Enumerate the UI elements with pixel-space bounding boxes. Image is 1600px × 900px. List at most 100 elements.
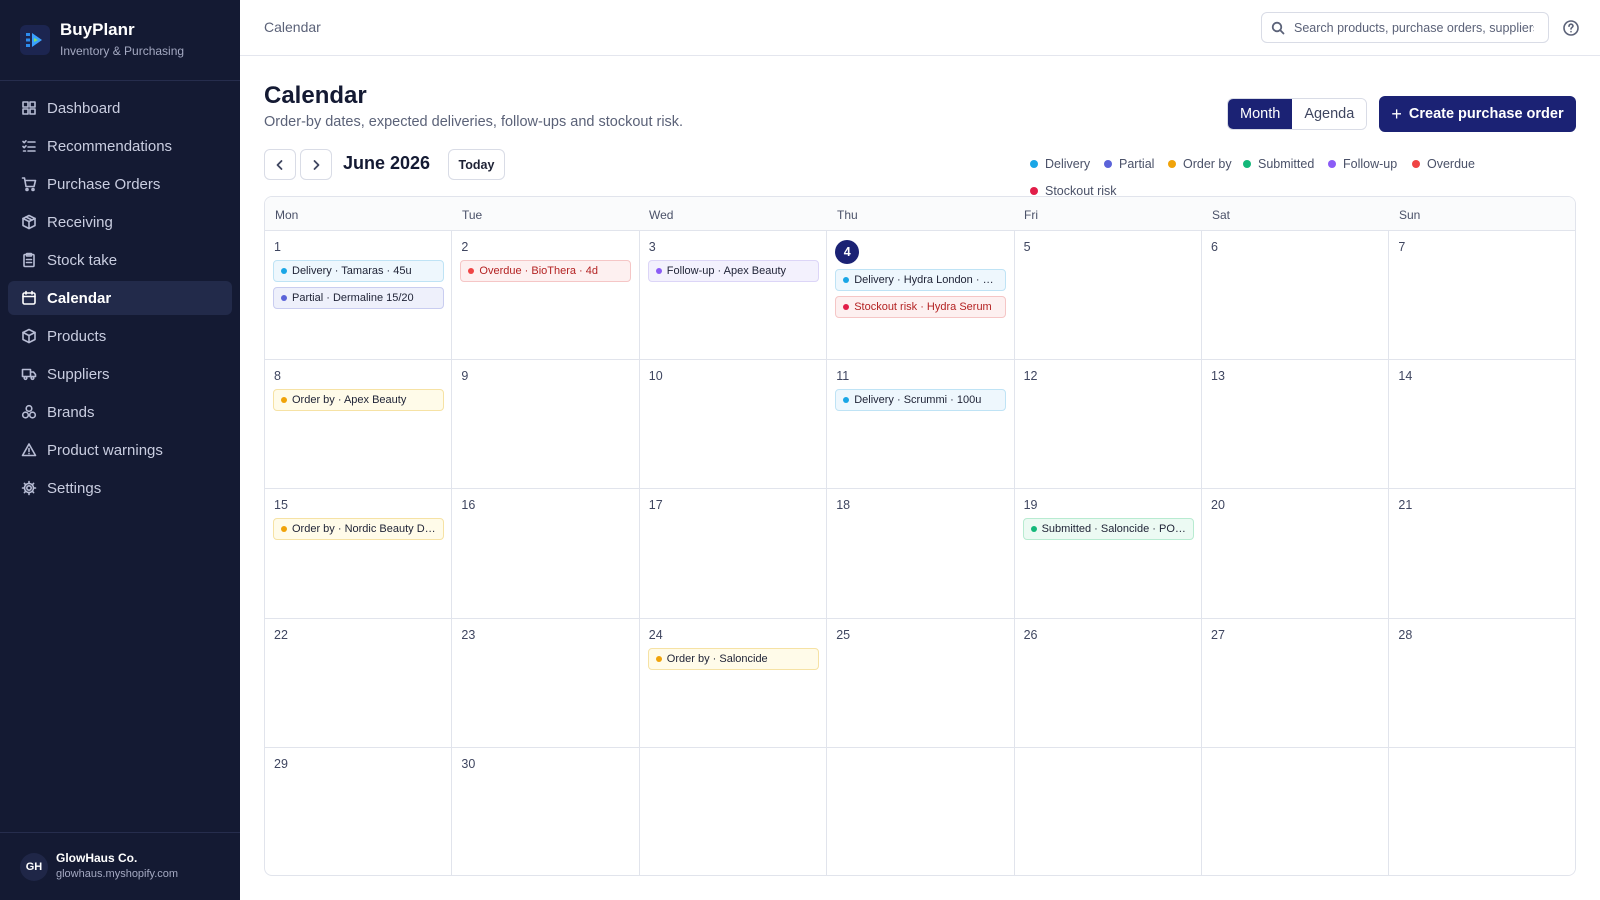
sidebar-item-label: Purchase Orders [47, 175, 161, 193]
search-box[interactable] [1261, 12, 1549, 43]
day-cell-21[interactable]: 21 [1389, 489, 1575, 619]
calendar-icon [21, 290, 37, 306]
brand[interactable]: BuyPlanr Inventory & Purchasing [20, 20, 184, 59]
day-cell-10[interactable]: 10 [639, 360, 828, 490]
avatar: GH [20, 852, 48, 881]
event-dot [843, 304, 850, 310]
day-number: 16 [461, 498, 476, 513]
legend-item-follow-up: Follow-up [1328, 157, 1397, 171]
calendar-event-delivery[interactable]: Delivery · Hydra London · 43u [835, 269, 1007, 291]
calendar-event-orderby[interactable]: Order by · Saloncide [647, 647, 819, 670]
next-month-button[interactable] [300, 149, 332, 180]
day-number: 11 [836, 369, 850, 384]
event-label: Order by · Saloncide [666, 652, 768, 665]
sidebar-item-settings[interactable]: Settings [8, 471, 232, 505]
calendar-event-delivery[interactable]: Delivery · Tamaras · 45u [273, 260, 444, 282]
help-icon[interactable] [1562, 19, 1580, 37]
day-cell-25[interactable]: 25 [827, 618, 1015, 748]
sidebar-item-label: Product warnings [47, 441, 163, 459]
day-cell-11[interactable]: 11 Delivery · Scrummi · 100u [827, 360, 1015, 490]
day-cell-24[interactable]: 24 Order by · Saloncide [639, 618, 828, 748]
day-cell-26[interactable]: 26 [1014, 618, 1202, 748]
today-button[interactable]: Today [448, 149, 505, 180]
event-dot [655, 655, 662, 662]
legend-label: Follow-up [1343, 157, 1398, 171]
day-cell-27[interactable]: 27 [1202, 618, 1390, 748]
sidebar-item-product-warnings[interactable]: Product warnings [8, 433, 232, 467]
empty-day-cell [639, 747, 828, 875]
sidebar-item-suppliers[interactable]: Suppliers [8, 357, 232, 391]
weekday-label: Fri [1024, 208, 1038, 222]
calendar-event-submitted[interactable]: Submitted · Saloncide · PO-… [1022, 518, 1194, 541]
day-cell-30[interactable]: 30 [452, 747, 640, 875]
day-cell-5[interactable]: 5 [1014, 231, 1202, 361]
day-cell-14[interactable]: 14 [1389, 360, 1575, 490]
legend-label: Delivery [1045, 157, 1091, 171]
calendar-event-followup[interactable]: Follow-up · Apex Beauty [647, 260, 819, 282]
view-month-button[interactable]: Month [1228, 99, 1293, 129]
day-cell-18[interactable]: 18 [827, 489, 1015, 619]
day-cell-15[interactable]: 15 Order by · Nordic Beauty Dist. [265, 489, 453, 619]
calendar-event-orderby[interactable]: Order by · Apex Beauty [273, 389, 444, 412]
day-cell-23[interactable]: 23 [452, 618, 640, 748]
sidebar-item-label: Settings [47, 479, 102, 497]
day-cell-2[interactable]: 2 Overdue · BioThera · 4d [452, 231, 640, 361]
day-cell-3[interactable]: 3 Follow-up · Apex Beauty [639, 231, 828, 361]
sidebar-item-recommendations[interactable]: Recommendations [8, 129, 232, 163]
day-number: 9 [461, 369, 469, 384]
day-cell-13[interactable]: 13 [1202, 360, 1390, 490]
current-month-label: June 2026 [343, 153, 431, 173]
day-cell-8[interactable]: 8 Order by · Apex Beauty [265, 360, 453, 490]
create-purchase-order-button[interactable]: + Create purchase order [1379, 96, 1576, 132]
brand-subtitle: Inventory & Purchasing [60, 44, 185, 58]
weekday-label: Sun [1399, 208, 1421, 222]
day-number: 22 [274, 627, 288, 642]
sidebar-item-label: Stock take [47, 251, 118, 269]
breadcrumb: Calendar [264, 19, 321, 35]
calendar-event-delivery[interactable]: Delivery · Scrummi · 100u [835, 389, 1007, 412]
day-number: 13 [1211, 369, 1225, 384]
day-cell-16[interactable]: 16 [452, 489, 640, 619]
day-cell-29[interactable]: 29 [265, 747, 453, 875]
day-cell-4[interactable]: 4 Delivery · Hydra London · 43u Stockout r… [827, 231, 1015, 361]
day-cell-1[interactable]: 1 Delivery · Tamaras · 45u Partial · Derma… [265, 231, 453, 361]
sidebar-item-calendar[interactable]: Calendar [8, 281, 232, 315]
search-icon [1271, 21, 1285, 34]
search-input[interactable] [1294, 20, 1534, 35]
store-switcher[interactable]: GH GlowHaus Co. glowhaus.myshopify.com [0, 832, 240, 900]
legend-dot [1168, 160, 1176, 168]
day-cell-12[interactable]: 12 [1014, 360, 1202, 490]
sidebar-item-purchase-orders[interactable]: Purchase Orders [8, 167, 232, 201]
event-dot [468, 268, 475, 274]
cart-icon [21, 176, 37, 192]
sidebar-item-brands[interactable]: Brands [8, 395, 232, 429]
day-number: 6 [1211, 240, 1218, 254]
day-cell-20[interactable]: 20 [1202, 489, 1390, 619]
sidebar-item-stock-take[interactable]: Stock take [8, 243, 232, 277]
prev-month-button[interactable] [264, 149, 296, 180]
day-cell-19[interactable]: 19 Submitted · Saloncide · PO-… [1014, 489, 1202, 619]
day-cell-22[interactable]: 22 [265, 618, 453, 748]
event-label: Order by · Nordic Beauty Dist. [292, 523, 439, 536]
day-cell-17[interactable]: 17 [639, 489, 828, 619]
day-number: 23 [461, 627, 476, 642]
day-cell-6[interactable]: 6 [1202, 231, 1390, 361]
calendar-event-stockout[interactable]: Stockout risk · Hydra Serum [835, 296, 1007, 318]
day-cell-7[interactable]: 7 [1389, 231, 1575, 361]
calendar-event-overdue[interactable]: Overdue · BioThera · 4d [460, 260, 632, 282]
calendar-event-partial[interactable]: Partial · Dermaline 15/20 [273, 287, 444, 309]
view-agenda-button[interactable]: Agenda [1292, 99, 1367, 129]
event-label: Partial · Dermaline 15/20 [292, 292, 414, 304]
sidebar-divider [0, 80, 240, 81]
sidebar-item-dashboard[interactable]: Dashboard [8, 91, 232, 125]
day-cell-28[interactable]: 28 [1389, 619, 1575, 748]
legend-label: Partial [1119, 157, 1155, 171]
event-label: Stockout risk · Hydra Serum [854, 301, 992, 313]
day-cell-9[interactable]: 9 [452, 360, 640, 490]
sidebar-item-products[interactable]: Products [8, 319, 232, 353]
page-subtitle: Order-by dates, expected deliveries, fol… [264, 114, 684, 130]
calendar-event-orderby[interactable]: Order by · Nordic Beauty Dist. [273, 518, 444, 541]
sidebar-item-label: Brands [47, 403, 95, 421]
sidebar-item-label: Dashboard [47, 99, 121, 117]
sidebar-item-receiving[interactable]: Receiving [8, 205, 232, 239]
